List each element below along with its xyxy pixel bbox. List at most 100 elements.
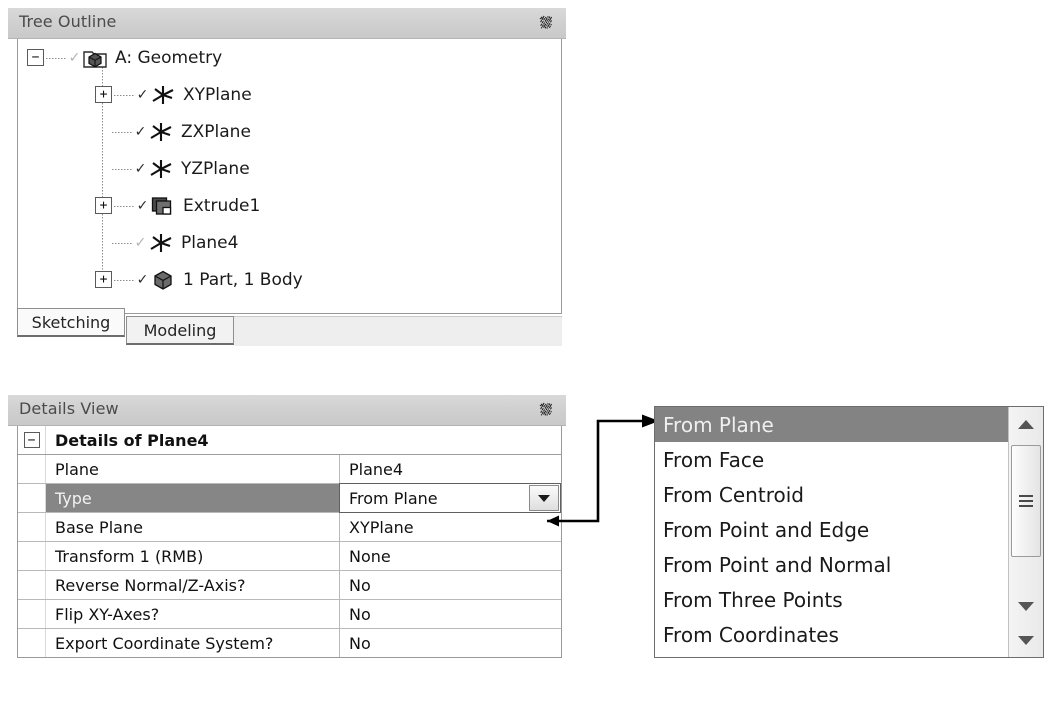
pin-icon[interactable]: ⛆ (540, 400, 552, 420)
tree-item-plane4[interactable]: ✓ Plane4 (18, 224, 561, 261)
dropdown-options[interactable]: From Plane From Face From Centroid From … (655, 407, 1008, 657)
tree-outline-body[interactable]: − ✓ A: Geometry + ✓ XYPlane ✓ ZXPlane ✓ … (17, 39, 562, 314)
tree-dotted-connector (114, 280, 134, 281)
tree-item-xyplane[interactable]: + ✓ XYPlane (18, 76, 561, 113)
tree-item-label: Plane4 (181, 232, 239, 253)
row-gutter (18, 629, 46, 657)
expander-toggle[interactable]: + (95, 271, 112, 288)
tree-item-a-geometry[interactable]: − ✓ A: Geometry (18, 39, 561, 76)
property-value[interactable]: XYPlane (340, 513, 561, 541)
expander-toggle[interactable]: + (95, 86, 112, 103)
group-collapse-toggle[interactable]: − (18, 426, 46, 454)
row-gutter (18, 542, 46, 570)
dropdown-option-from-coordinates[interactable]: From Coordinates (655, 617, 1008, 652)
tree-outline-title: Tree Outline (19, 12, 117, 31)
details-group-header[interactable]: − Details of Plane4 (18, 426, 561, 455)
tree-item-yzplane[interactable]: ✓ YZPlane (18, 150, 561, 187)
property-value[interactable]: None (340, 542, 561, 570)
tree-item-label: 1 Part, 1 Body (183, 269, 303, 290)
plane-icon (150, 84, 176, 106)
dropdown-option-from-point-and-edge[interactable]: From Point and Edge (655, 512, 1008, 547)
expander-toggle[interactable]: − (27, 49, 44, 66)
property-name: Plane (46, 455, 340, 483)
details-group-title: Details of Plane4 (55, 430, 209, 450)
expander-toggle[interactable]: + (95, 197, 112, 214)
tree-dotted-connector (112, 132, 132, 133)
expander-toggle[interactable]: − (23, 432, 40, 448)
scroll-thumb-grip-icon (1019, 492, 1033, 510)
property-name: Transform 1 (RMB) (46, 542, 340, 570)
details-properties-table[interactable]: − Details of Plane4 Plane Plane4 Type Fr… (17, 426, 562, 658)
table-row[interactable]: Flip XY-Axes? No (18, 600, 561, 629)
tree-item-zxplane[interactable]: ✓ ZXPlane (18, 113, 561, 150)
check-dim-icon: ✓ (68, 49, 81, 66)
check-dim-icon: ✓ (134, 234, 147, 251)
check-solid-icon: ✓ (136, 86, 149, 103)
table-row[interactable]: Reverse Normal/Z-Axis? No (18, 571, 561, 600)
plane-icon (148, 232, 174, 254)
pin-icon[interactable]: ⛆ (540, 13, 552, 33)
table-row[interactable]: Base Plane XYPlane (18, 513, 561, 542)
scroll-up-button[interactable] (1009, 407, 1043, 441)
details-view-title: Details View (19, 399, 119, 418)
row-gutter (18, 513, 46, 541)
option-label: From Face (663, 447, 765, 472)
table-row[interactable]: Plane Plane4 (18, 455, 561, 484)
check-solid-icon: ✓ (136, 271, 149, 288)
tree-item-extrude1[interactable]: + ✓ Extrude1 (18, 187, 561, 224)
dropdown-option-from-three-points[interactable]: From Three Points (655, 582, 1008, 617)
row-gutter (18, 484, 46, 512)
check-solid-icon: ✓ (136, 197, 149, 214)
tab-sketching[interactable]: Sketching (17, 308, 125, 337)
expander-placeholder (95, 235, 110, 250)
tree-dotted-connector (114, 95, 134, 96)
tree-panel-tabs: Sketching Modeling (17, 308, 562, 346)
table-row[interactable]: Transform 1 (RMB) None (18, 542, 561, 571)
tree-item-parts-bodies[interactable]: + ✓ 1 Part, 1 Body (18, 261, 561, 298)
chevron-down-icon (538, 494, 550, 502)
tree-dotted-connector (46, 58, 66, 59)
details-view-header: Details View ⛆ (8, 395, 566, 426)
dropdown-option-from-point-and-normal[interactable]: From Point and Normal (655, 547, 1008, 582)
table-row[interactable]: Type From Plane (18, 483, 561, 513)
tree-outline-panel: Tree Outline ⛆ − ✓ A: Geometry + ✓ XYPla… (8, 8, 566, 346)
dropdown-option-from-face[interactable]: From Face (655, 442, 1008, 477)
dropdown-option-from-centroid[interactable]: From Centroid (655, 477, 1008, 512)
type-dropdown-list[interactable]: From Plane From Face From Centroid From … (654, 406, 1044, 658)
option-label: From Centroid (663, 482, 804, 507)
dropdown-scrollbar[interactable] (1008, 407, 1043, 657)
scroll-down-button[interactable] (1009, 589, 1043, 623)
option-label: From Coordinates (663, 622, 839, 647)
tree-dotted-connector (114, 206, 134, 207)
expander-placeholder (95, 124, 110, 139)
tab-modeling[interactable]: Modeling (126, 316, 234, 345)
tree-item-label: A: Geometry (115, 47, 223, 68)
option-label: From Point and Edge (663, 517, 870, 542)
row-gutter (18, 600, 46, 628)
dropdown-option-from-plane[interactable]: From Plane (655, 407, 1008, 442)
check-solid-icon: ✓ (134, 160, 147, 177)
triangle-down-icon (1018, 601, 1034, 611)
property-name: Base Plane (46, 513, 340, 541)
property-name: Flip XY-Axes? (46, 600, 340, 628)
property-value[interactable]: No (340, 571, 561, 599)
tab-label: Modeling (143, 320, 217, 340)
extrude-icon (150, 195, 176, 217)
tree-dotted-connector (112, 243, 132, 244)
property-value[interactable]: Plane4 (340, 455, 561, 483)
table-row[interactable]: Export Coordinate System? No (18, 629, 561, 657)
option-label: From Point and Normal (663, 552, 892, 577)
property-value[interactable]: No (340, 600, 561, 628)
option-label: From Plane (663, 412, 774, 437)
property-value[interactable]: No (340, 629, 561, 657)
property-name: Reverse Normal/Z-Axis? (46, 571, 340, 599)
scrollbar-thumb[interactable] (1011, 445, 1041, 557)
tab-label: Sketching (31, 312, 111, 332)
triangle-up-icon (1018, 419, 1034, 429)
combobox-dropdown-button[interactable] (529, 485, 559, 511)
type-combobox[interactable]: From Plane (339, 483, 561, 513)
tree-item-label: XYPlane (183, 84, 252, 105)
scroll-down-button-secondary[interactable] (1009, 623, 1043, 657)
plane-icon (148, 121, 174, 143)
tree-item-label: Extrude1 (183, 195, 261, 216)
